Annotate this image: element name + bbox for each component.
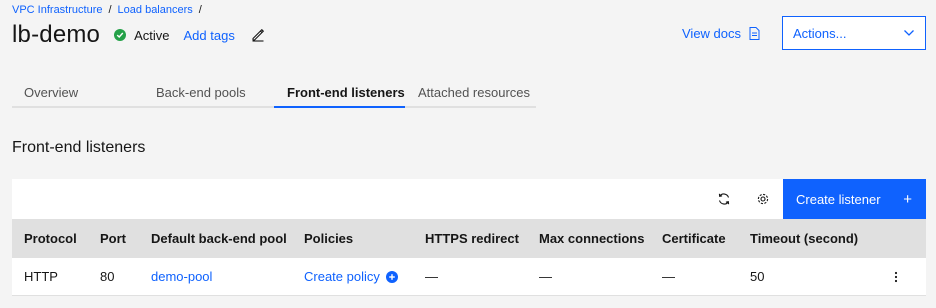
table-header: Protocol Port Default back-end pool Poli… — [12, 219, 926, 258]
tab-front-end-listeners[interactable]: Front-end listeners — [274, 78, 405, 108]
create-listener-button[interactable]: Create listener + — [783, 179, 926, 219]
tab-label: Overview — [24, 84, 79, 100]
chevron-down-icon — [904, 30, 914, 36]
document-icon — [749, 27, 760, 40]
breadcrumb-load-balancers[interactable]: Load balancers — [118, 4, 193, 16]
tab-label: Attached resources — [418, 84, 531, 100]
table-toolbar: Create listener + — [12, 179, 926, 219]
page-title: lb-demo — [12, 21, 101, 48]
cell-https-redirect: — — [425, 269, 438, 284]
tab-back-end-pools[interactable]: Back-end pools — [145, 78, 274, 108]
create-policy-link[interactable]: Create policy — [304, 258, 398, 295]
tab-label: Back-end pools — [156, 84, 246, 100]
column-header-default-pool[interactable]: Default back-end pool — [151, 219, 287, 258]
view-docs-label: View docs — [682, 26, 742, 41]
table-row: HTTP 80 demo-pool Create policy — — — 50 — [12, 258, 926, 296]
checkmark-filled-icon — [114, 29, 127, 41]
tab-label: Front-end listeners — [287, 84, 405, 100]
actions-label: Actions... — [793, 25, 847, 41]
breadcrumb-separator: / — [198, 4, 202, 16]
tab-overview[interactable]: Overview — [12, 78, 145, 108]
status-badge: Active — [114, 27, 170, 43]
refresh-icon[interactable] — [704, 179, 744, 219]
column-header-https-redirect[interactable]: HTTPS redirect — [425, 219, 519, 258]
breadcrumb-separator: / — [108, 4, 112, 16]
overflow-menu-icon[interactable] — [886, 258, 906, 295]
cell-max-connections: — — [539, 269, 552, 284]
add-tags-link[interactable]: Add tags — [184, 28, 235, 43]
column-header-port[interactable]: Port — [100, 219, 126, 258]
tab-list: Overview Back-end pools Front-end listen… — [12, 78, 536, 108]
breadcrumb: VPC Infrastructure / Load balancers / — [12, 4, 202, 16]
section-title: Front-end listeners — [12, 139, 146, 156]
create-listener-label: Create listener — [796, 191, 881, 207]
cell-port: 80 — [100, 269, 115, 284]
view-docs-link[interactable]: View docs — [682, 26, 760, 41]
actions-dropdown[interactable]: Actions... — [782, 16, 926, 50]
cell-certificate: — — [662, 269, 675, 284]
add-icon: + — [903, 190, 912, 208]
edit-icon[interactable] — [251, 28, 265, 42]
title-row: lb-demo Active Add tags — [12, 20, 265, 50]
pool-link[interactable]: demo-pool — [151, 258, 212, 295]
create-policy-label: Create policy — [304, 269, 380, 284]
settings-icon[interactable] — [743, 179, 783, 219]
column-header-protocol[interactable]: Protocol — [24, 219, 77, 258]
column-header-certificate[interactable]: Certificate — [662, 219, 726, 258]
column-header-policies[interactable]: Policies — [304, 219, 353, 258]
cell-protocol: HTTP — [24, 269, 58, 284]
column-header-max-connections[interactable]: Max connections — [539, 219, 644, 258]
tab-attached-resources[interactable]: Attached resources — [405, 78, 536, 108]
add-filled-icon — [385, 270, 398, 283]
status-text: Active — [134, 27, 170, 43]
cell-timeout: 50 — [750, 269, 765, 284]
breadcrumb-vpc-infrastructure[interactable]: VPC Infrastructure — [12, 4, 102, 16]
column-header-timeout[interactable]: Timeout (second) — [750, 219, 858, 258]
